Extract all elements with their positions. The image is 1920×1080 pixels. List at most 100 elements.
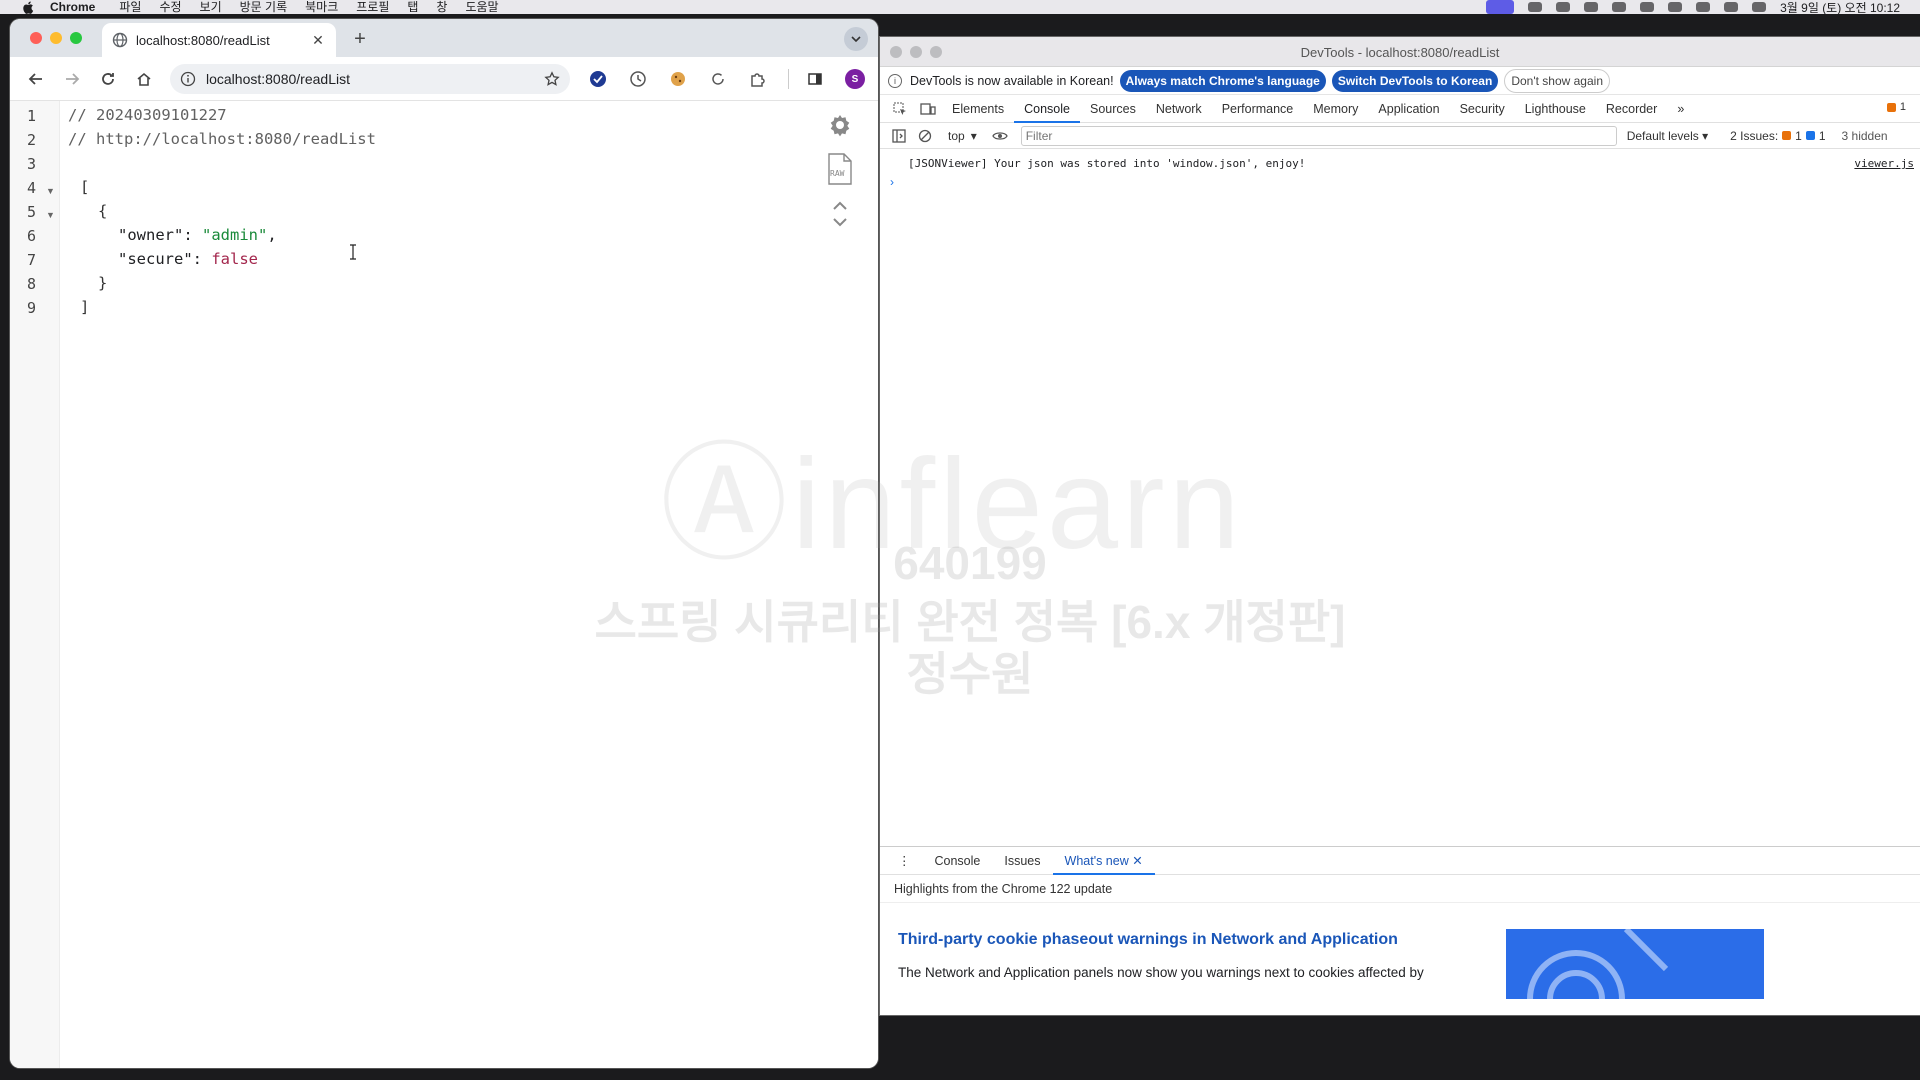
console-prompt-icon[interactable]: ›: [890, 175, 894, 189]
console-filter-input[interactable]: [1020, 125, 1617, 146]
more-tabs-icon[interactable]: »: [1667, 95, 1694, 123]
tab-search-button[interactable]: [844, 27, 868, 51]
status-icon[interactable]: [1584, 2, 1599, 12]
menu-clock[interactable]: 3월 9일 (토) 오전 10:12: [1780, 0, 1900, 15]
raw-view-button[interactable]: RAW: [827, 153, 853, 185]
always-match-language-button[interactable]: Always match Chrome's language: [1119, 69, 1326, 92]
tab-recorder[interactable]: Recorder: [1596, 95, 1667, 123]
forward-button[interactable]: [56, 63, 88, 95]
switch-to-korean-button[interactable]: Switch DevTools to Korean: [1331, 69, 1499, 92]
fold-toggle-icon[interactable]: ▼: [46, 186, 55, 196]
hidden-messages-count: 3 hidden: [1841, 128, 1888, 143]
side-panel-icon[interactable]: [799, 63, 831, 95]
menu-history[interactable]: 방문 기록: [240, 0, 288, 14]
json-line-owner: "owner": "admin",: [118, 226, 277, 244]
menu-view[interactable]: 보기: [200, 0, 222, 14]
json-string-value: "admin": [202, 226, 268, 244]
json-line-secure: "secure": false: [118, 250, 258, 268]
tab-performance[interactable]: Performance: [1212, 95, 1304, 123]
battery-icon[interactable]: [1640, 2, 1655, 12]
drawer-tab-console[interactable]: Console: [923, 847, 993, 875]
inspect-element-icon[interactable]: [886, 95, 914, 123]
home-button[interactable]: [128, 63, 160, 95]
star-icon[interactable]: [544, 71, 560, 87]
drawer-tab-issues[interactable]: Issues: [992, 847, 1052, 875]
dropdown-arrow-icon: ▾: [970, 128, 977, 143]
extension-check-icon[interactable]: [582, 63, 614, 95]
log-levels-dropdown[interactable]: Default levels ▾: [1627, 129, 1708, 143]
close-tab-icon[interactable]: ✕: [310, 32, 326, 49]
tab-network[interactable]: Network: [1146, 95, 1212, 123]
extensions-puzzle-icon[interactable]: [742, 63, 774, 95]
back-button[interactable]: [20, 63, 52, 95]
reload-button[interactable]: [92, 63, 124, 95]
menu-profiles[interactable]: 프로필: [356, 0, 389, 14]
tab-application[interactable]: Application: [1368, 95, 1449, 123]
raw-label: RAW: [830, 169, 845, 178]
menu-help[interactable]: 도움말: [465, 0, 498, 14]
input-source-icon[interactable]: [1668, 2, 1683, 12]
bluetooth-icon[interactable]: [1612, 2, 1627, 12]
json-array-close: ]: [80, 298, 90, 316]
tab-elements[interactable]: Elements: [942, 95, 1014, 123]
menu-bookmarks[interactable]: 북마크: [305, 0, 338, 14]
json-key: "secure": [118, 250, 193, 268]
screen-share-icon[interactable]: [1486, 0, 1515, 14]
chevron-down-icon: [851, 36, 861, 42]
extension-refresh-icon[interactable]: [702, 63, 734, 95]
wifi-icon[interactable]: [1696, 2, 1711, 12]
apple-menu-icon[interactable]: [20, 0, 36, 14]
menu-tab[interactable]: 탭: [407, 0, 418, 14]
language-infobar: i DevTools is now available in Korean! A…: [880, 67, 1920, 95]
home-icon: [137, 72, 151, 86]
menu-file[interactable]: 파일: [119, 0, 141, 14]
sidebar-toggle-icon[interactable]: [886, 123, 912, 149]
collapse-expand-icon[interactable]: [831, 199, 849, 229]
devtools-window-title: DevTools - localhost:8080/readList: [1300, 45, 1500, 60]
minimize-window-button[interactable]: [50, 32, 62, 44]
menu-app-name[interactable]: Chrome: [50, 0, 95, 14]
clear-console-icon[interactable]: [912, 123, 938, 149]
issues-warn-count: 1: [1795, 128, 1802, 143]
close-window-button[interactable]: [30, 32, 42, 44]
line-number: 4: [26, 179, 36, 197]
context-selector[interactable]: top ▾: [948, 129, 977, 143]
log-levels-label: Default levels: [1626, 128, 1699, 143]
new-tab-button[interactable]: +: [348, 27, 372, 51]
close-drawer-tab-icon[interactable]: ✕: [1132, 854, 1142, 868]
status-icon[interactable]: [1556, 2, 1571, 12]
tab-security[interactable]: Security: [1450, 95, 1515, 123]
extension-cookie-icon[interactable]: [662, 63, 694, 95]
dont-show-again-button[interactable]: Don't show again: [1504, 68, 1610, 93]
line-number: 2: [26, 131, 36, 149]
browser-tab[interactable]: localhost:8080/readList ✕: [102, 23, 336, 57]
profile-avatar[interactable]: S: [839, 63, 871, 95]
site-info-icon[interactable]: [180, 71, 196, 87]
zoom-window-button[interactable]: [70, 32, 82, 44]
drawer-tab-whats-new[interactable]: What's new ✕: [1052, 847, 1155, 875]
status-icon[interactable]: [1528, 2, 1543, 12]
settings-gear-icon[interactable]: [826, 111, 854, 139]
drawer-menu-icon[interactable]: ⋮: [886, 847, 923, 875]
issues-summary[interactable]: 2 Issues: 1 1: [1730, 129, 1825, 143]
tab-memory[interactable]: Memory: [1303, 95, 1368, 123]
menu-window[interactable]: 창: [436, 0, 447, 14]
issues-counter[interactable]: 1: [1886, 101, 1906, 113]
console-log-source-link[interactable]: viewer.js: [1854, 157, 1914, 170]
whats-new-article-body: The Network and Application panels now s…: [898, 965, 1424, 980]
live-expression-eye-icon[interactable]: [987, 123, 1013, 149]
address-bar[interactable]: localhost:8080/readList: [170, 64, 570, 94]
fold-toggle-icon[interactable]: ▼: [46, 210, 55, 220]
whats-new-article-title[interactable]: Third-party cookie phaseout warnings in …: [898, 931, 1398, 949]
control-center-icon[interactable]: [1752, 2, 1767, 12]
spotlight-icon[interactable]: [1724, 2, 1739, 12]
tab-sources[interactable]: Sources: [1080, 95, 1146, 123]
menu-edit[interactable]: 수정: [159, 0, 181, 14]
tab-lighthouse[interactable]: Lighthouse: [1515, 95, 1596, 123]
devtools-window: DevTools - localhost:8080/readList i Dev…: [880, 37, 1920, 1015]
line-number: 7: [26, 251, 36, 269]
extension-clock-icon[interactable]: [622, 63, 654, 95]
tab-console[interactable]: Console: [1014, 95, 1080, 123]
warning-flag-icon: [1782, 131, 1792, 140]
device-toolbar-icon[interactable]: [914, 95, 942, 123]
